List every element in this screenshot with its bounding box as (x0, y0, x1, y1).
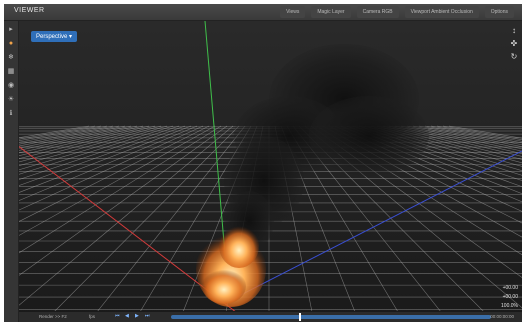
grid-icon[interactable]: ▦ (6, 67, 16, 77)
bottom-timeline-bar: Render >> F2 fps ⏮ ◀ ▶ ⏭ 00:00:00:00 (19, 311, 522, 322)
app-window: VIEWER Views Magic Layer Camera RGB View… (4, 4, 522, 322)
fps-label: fps (89, 314, 96, 319)
menu-viewport-ao[interactable]: Viewport Ambient Occlusion (404, 6, 479, 18)
step-forward-icon[interactable]: ⏭ (145, 313, 150, 319)
info-icon[interactable]: ℹ (6, 109, 16, 119)
timeline-scrubber[interactable] (171, 313, 491, 321)
title-bar: VIEWER Views Magic Layer Camera RGB View… (4, 4, 522, 21)
menu-options[interactable]: Options (484, 6, 514, 18)
zoom-readout: 100.0% (501, 303, 518, 309)
viewer-menu: Views Magic Layer Camera RGB Viewport Am… (280, 6, 514, 18)
zoom-icon[interactable]: ↕ (508, 26, 520, 35)
menu-views[interactable]: Views (280, 6, 306, 18)
window-title: VIEWER (14, 7, 45, 14)
chevron-down-icon: ▾ (69, 34, 73, 40)
move-icon[interactable]: ● (6, 39, 16, 49)
camera-icon[interactable]: ◉ (6, 81, 16, 91)
coord-readout-2: +00.00 (502, 294, 518, 300)
orbit-icon[interactable]: ↻ (508, 52, 520, 61)
pan-icon[interactable]: ✜ (508, 39, 520, 48)
3d-viewport[interactable]: Perspective ▾ ↕ ✜ ↻ +00.00 +00.00 100.0% (19, 21, 522, 322)
menu-magic-layer[interactable]: Magic Layer (311, 6, 351, 18)
play-back-icon[interactable]: ◀ (125, 313, 129, 319)
camera-label: Perspective (36, 34, 68, 40)
coord-readout-1: +00.00 (502, 285, 518, 291)
emitter-icon[interactable]: ❄ (6, 53, 16, 63)
light-icon[interactable]: ☀ (6, 95, 16, 105)
frame-label: Render >> F2 (39, 314, 67, 319)
step-back-icon[interactable]: ⏮ (115, 313, 120, 319)
playhead[interactable] (299, 313, 301, 321)
play-icon[interactable]: ▶ (135, 313, 139, 319)
viewport-scene (19, 21, 522, 322)
right-toolbar: ↕ ✜ ↻ (508, 26, 520, 65)
camera-dropdown[interactable]: Perspective ▾ (31, 31, 78, 42)
left-toolbar: ▸ ● ❄ ▦ ◉ ☀ ℹ (4, 21, 19, 322)
menu-camera-rgb[interactable]: Camera RGB (356, 6, 399, 18)
select-icon[interactable]: ▸ (6, 25, 16, 35)
timecode-label: 00:00:00:00 (490, 314, 514, 319)
